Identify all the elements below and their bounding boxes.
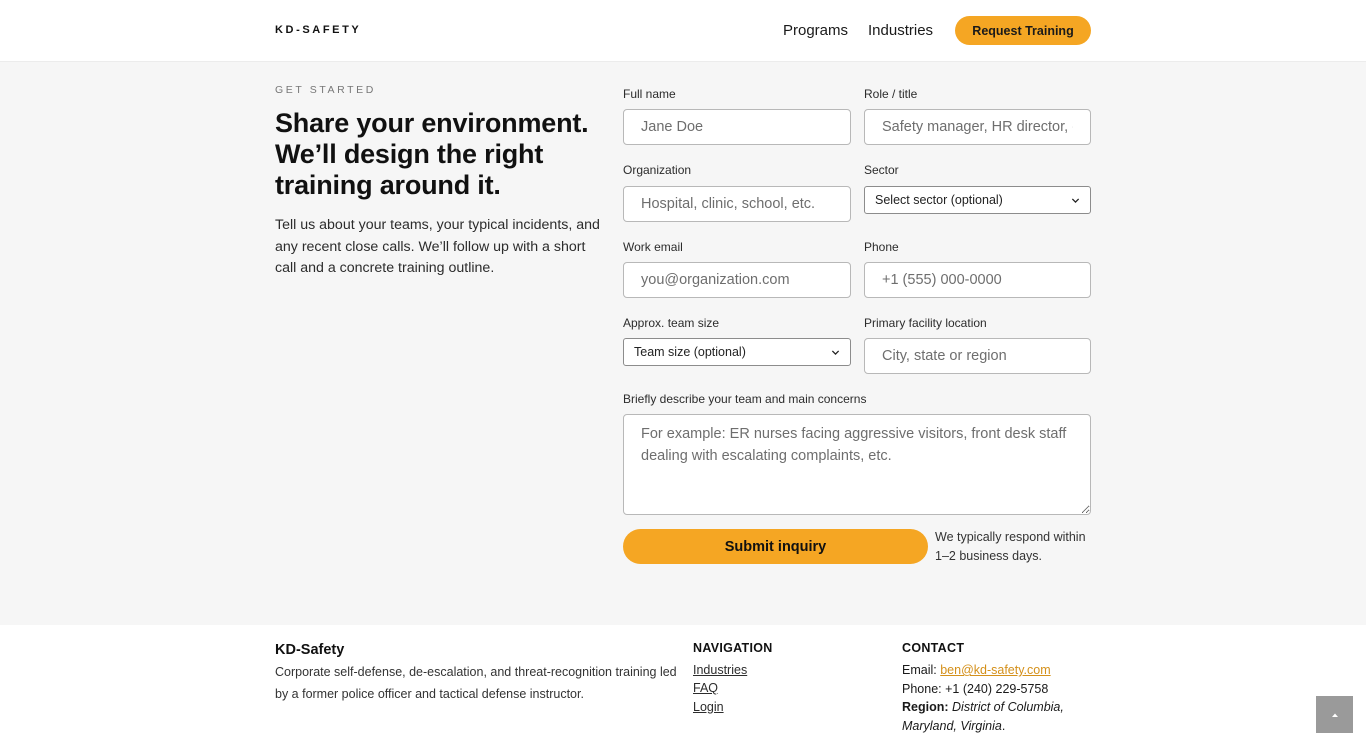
work-email-label: Work email: [623, 240, 683, 254]
sector-label: Sector: [864, 163, 899, 177]
concerns-label: Briefly describe your team and main conc…: [623, 392, 867, 406]
team-size-select-value: Team size (optional): [634, 345, 746, 359]
full-name-input[interactable]: [623, 109, 851, 145]
work-email-input[interactable]: [623, 262, 851, 298]
phone-label: Phone: [864, 240, 899, 254]
intro-section: GET STARTED Share your environment. We’l…: [275, 84, 605, 280]
nav-link-programs[interactable]: Programs: [783, 22, 848, 39]
footer-nav-heading: NAVIGATION: [693, 641, 773, 655]
team-size-label: Approx. team size: [623, 316, 720, 330]
chevron-up-icon: [1331, 713, 1338, 717]
request-training-button[interactable]: Request Training: [955, 16, 1091, 45]
submit-inquiry-button[interactable]: Submit inquiry: [623, 529, 928, 564]
page-title: Share your environment. We’ll design the…: [275, 108, 605, 201]
chevron-down-icon: [1071, 197, 1080, 203]
role-input[interactable]: [864, 109, 1091, 145]
phone-input[interactable]: [864, 262, 1091, 298]
contact-email: Email: ben@kd-safety.com: [902, 661, 1092, 680]
location-label: Primary facility location: [864, 316, 987, 330]
site-logo[interactable]: KD-SAFETY: [275, 24, 361, 36]
region-end: .: [1001, 718, 1006, 733]
title-line: training around it.: [275, 170, 501, 200]
response-time-note: We typically respond within 1–2 business…: [935, 530, 1086, 563]
intro-description: Tell us about your teams, your typical i…: [275, 217, 600, 276]
contact-phone: Phone: +1 (240) 229-5758: [902, 680, 1092, 699]
phone-number: +1 (240) 229-5758: [945, 682, 1049, 696]
chevron-down-icon: [831, 349, 840, 355]
role-label: Role / title: [864, 87, 918, 101]
nav-link-industries[interactable]: Industries: [868, 22, 933, 39]
email-label: Email:: [902, 663, 937, 677]
back-to-top-button[interactable]: [1316, 696, 1353, 733]
location-input[interactable]: [864, 338, 1091, 374]
sector-select-value: Select sector (optional): [875, 193, 1003, 207]
footer-link-login[interactable]: Login: [693, 700, 724, 714]
organization-input[interactable]: [623, 186, 851, 222]
site-header: KD-SAFETY Programs Industries Request Tr…: [0, 0, 1366, 62]
title-line: Share your environment.: [275, 108, 589, 138]
eyebrow-label: GET STARTED: [275, 84, 376, 96]
email-link[interactable]: ben@kd-safety.com: [940, 663, 1050, 677]
region-label: Region:: [902, 700, 949, 714]
organization-label: Organization: [623, 163, 692, 177]
team-size-select[interactable]: Team size (optional): [623, 338, 851, 366]
phone-label-text: Phone:: [902, 682, 942, 696]
footer-brand: KD-Safety: [275, 642, 345, 658]
footer-contact-heading: CONTACT: [902, 641, 965, 655]
sector-select[interactable]: Select sector (optional): [864, 186, 1091, 214]
footer-description: Corporate self-defense, de-escalation, a…: [275, 665, 677, 701]
full-name-label: Full name: [623, 87, 676, 101]
footer-link-industries[interactable]: Industries: [693, 663, 747, 677]
footer-link-faq[interactable]: FAQ: [693, 681, 718, 695]
contact-region: Region: District of Columbia, Maryland, …: [902, 698, 1092, 735]
title-line: We’ll design the right: [275, 139, 544, 169]
site-footer: [0, 625, 1366, 744]
concerns-textarea[interactable]: [623, 414, 1091, 515]
